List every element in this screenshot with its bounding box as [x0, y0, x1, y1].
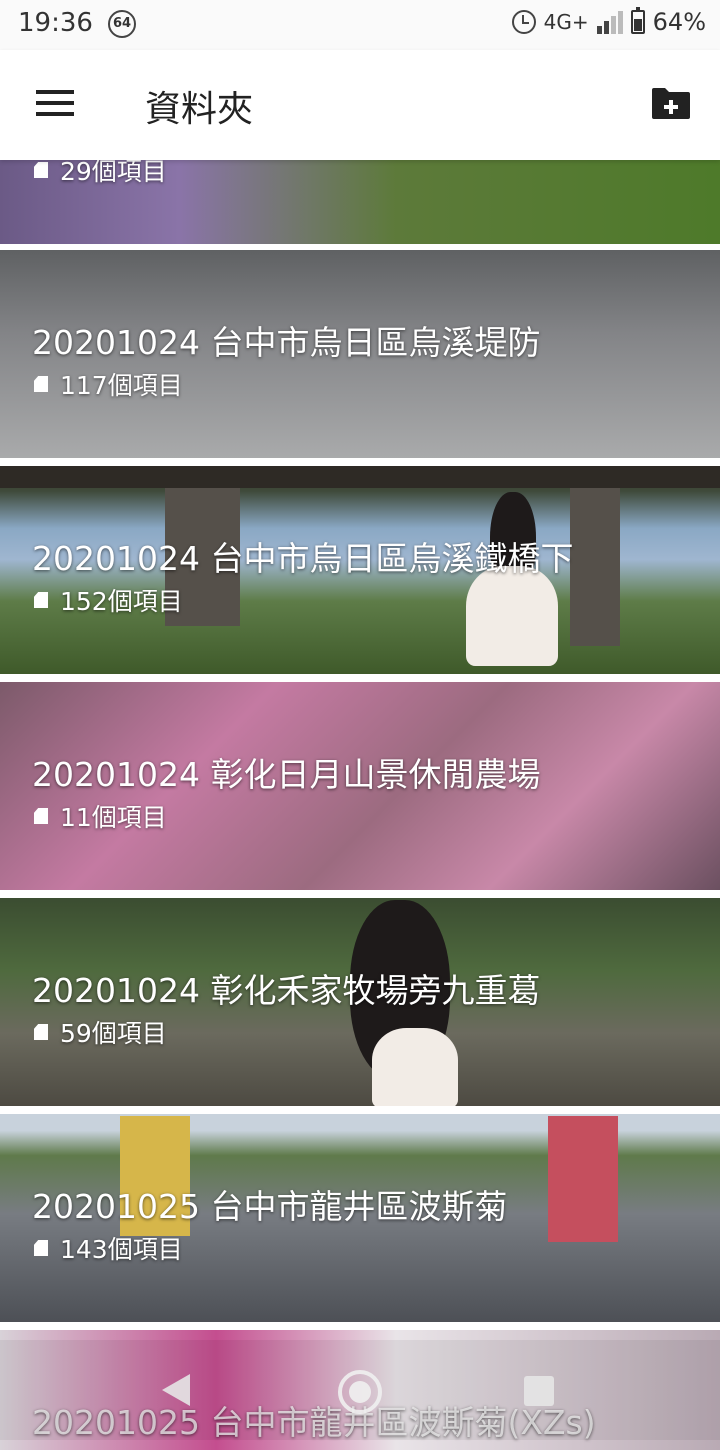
- folder-item-count: 152個項目: [34, 582, 183, 618]
- folder-count-text: 152個項目: [60, 587, 183, 616]
- person-dress: [372, 1028, 458, 1106]
- banner-flag: [548, 1116, 618, 1242]
- sd-card-icon: [34, 376, 48, 392]
- folder-item-count: 29個項目: [34, 160, 167, 188]
- notification-count-badge: 64: [108, 10, 136, 38]
- folder-card[interactable]: 20201024 台中市烏日區烏溪堤防 117個項目: [0, 250, 720, 458]
- battery-percent: 64%: [652, 8, 706, 36]
- status-bar: 19:36 64 4G+ 64%: [0, 0, 720, 50]
- sd-card-icon: [34, 592, 48, 608]
- signal-icon: [596, 10, 623, 34]
- sd-card-icon: [34, 1240, 48, 1256]
- sd-card-icon: [34, 162, 48, 178]
- folder-name: 20201025 台中市龍井區波斯菊: [32, 1187, 508, 1226]
- back-icon[interactable]: [162, 1374, 190, 1406]
- folder-item-count: 117個項目: [34, 366, 183, 402]
- folder-card[interactable]: 20201024 台中市烏日區烏溪鐵橋下 152個項目: [0, 466, 720, 674]
- folder-count-text: 59個項目: [60, 1019, 167, 1048]
- folder-count-text: 11個項目: [60, 803, 167, 832]
- folder-item-count: 143個項目: [34, 1230, 183, 1266]
- folder-card[interactable]: 20201025 台中市龍井區波斯菊 143個項目: [0, 1114, 720, 1322]
- create-new-folder-icon[interactable]: [650, 86, 692, 120]
- page-title: 資料夾: [145, 89, 254, 130]
- sd-card-icon: [34, 1024, 48, 1040]
- folder-count-text: 117個項目: [60, 371, 183, 400]
- folder-count-text: 143個項目: [60, 1235, 183, 1264]
- folder-item-count: 59個項目: [34, 1014, 167, 1050]
- folder-name: 20201024 台中市烏日區烏溪鐵橋下: [32, 539, 574, 578]
- folder-card[interactable]: 29個項目: [0, 160, 720, 244]
- status-time: 19:36: [18, 8, 93, 38]
- home-icon[interactable]: [338, 1370, 382, 1414]
- network-type: 4G+: [543, 10, 589, 34]
- app-bar: 資料夾: [0, 50, 720, 160]
- folder-name: 20201024 台中市烏日區烏溪堤防: [32, 323, 541, 362]
- navigation-bar: [0, 1340, 720, 1440]
- bridge-pillar: [570, 466, 620, 646]
- folder-count-text: 29個項目: [60, 160, 167, 186]
- folder-name: 20201024 彰化日月山景休閒農場: [32, 755, 541, 794]
- folder-name: 20201024 彰化禾家牧場旁九重葛: [32, 971, 541, 1010]
- battery-icon: [630, 7, 645, 34]
- sd-card-icon: [34, 808, 48, 824]
- bridge-deck: [0, 466, 720, 488]
- alarm-icon: [511, 10, 536, 34]
- folder-card[interactable]: 20201024 彰化日月山景休閒農場 11個項目: [0, 682, 720, 890]
- status-icons: 4G+ 64%: [511, 7, 706, 36]
- folder-item-count: 11個項目: [34, 798, 167, 834]
- folder-card[interactable]: 20201024 彰化禾家牧場旁九重葛 59個項目: [0, 898, 720, 1106]
- person-dress: [466, 566, 558, 666]
- recents-icon[interactable]: [524, 1376, 554, 1406]
- menu-icon[interactable]: [36, 88, 76, 118]
